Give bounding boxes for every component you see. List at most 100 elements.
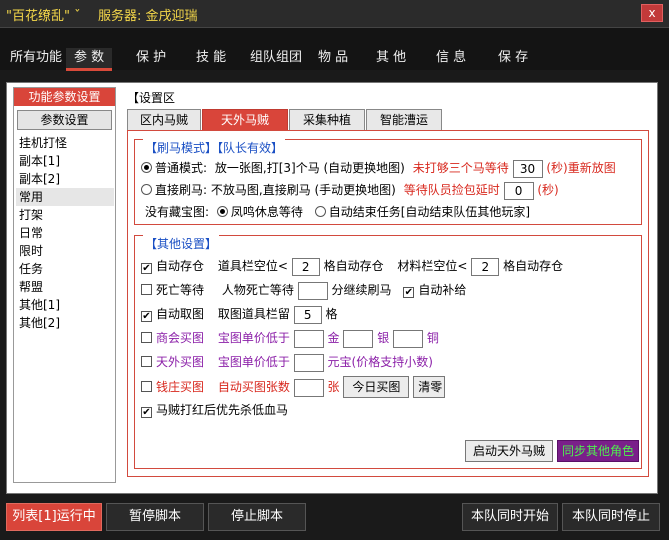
pickup-delay-label: 等待队员捡包延时 [403, 183, 500, 197]
tab-sky-bandits[interactable]: 天外马贼 [202, 109, 288, 131]
menu-all-functions[interactable]: 所有功能 [2, 48, 70, 68]
auto-supply-label: 自动补给 [418, 283, 467, 297]
rest-wait-label: 凤鸣休息等待 [230, 205, 303, 219]
map-slot-suffix: 格 [325, 307, 338, 321]
tab-local-bandits[interactable]: 区内马贼 [127, 109, 201, 131]
mat-free-suffix: 格自动存仓 [503, 259, 564, 273]
param-settings-button[interactable]: 参数设置 [17, 110, 112, 130]
shop-price-label: 宝图单价低于 [217, 331, 290, 345]
copper-input[interactable] [393, 329, 424, 348]
bag-free-input[interactable]: 2 [291, 257, 320, 276]
list-item[interactable]: 副本[1] [16, 152, 114, 170]
menu-save[interactable]: 保 存 [490, 48, 536, 68]
main-panel: 功能参数设置 参数设置 挂机打怪 副本[1] 副本[2] 常用 打架 日常 限时… [6, 82, 658, 494]
red-first-label: 马贼打红后优先杀低血马 [156, 403, 289, 417]
clear-button[interactable]: 清零 [413, 376, 446, 398]
map-slot-label: 取图道具栏留 [217, 307, 290, 321]
auto-store-checkbox[interactable]: ✔ [141, 263, 152, 274]
shop-buy-checkbox[interactable] [141, 332, 152, 343]
auto-end-radio[interactable] [314, 206, 326, 217]
list-item[interactable]: 任务 [16, 260, 114, 278]
menu-bar: 所有功能 参 数 保 护 技 能 组队组团 物 品 其 他 信 息 保 存 [0, 28, 669, 71]
sync-roles-button[interactable]: 同步其他角色 [557, 440, 639, 462]
death-wait-row: 死亡等待 人物死亡等待 分继续刷马 ✔ 自动补给 [141, 280, 466, 300]
list-item[interactable]: 打架 [16, 206, 114, 224]
mode-section: 【刷马模式】【队长有效】 普通模式: 放一张图,打[3]个马 (自动更换地图) … [134, 139, 642, 225]
sky-buy-row: 天外买图 宝图单价低于 元宝(价格支持小数) [141, 352, 433, 372]
list-item[interactable]: 限时 [16, 242, 114, 260]
menu-info[interactable]: 信 息 [428, 48, 474, 68]
bank-count-input[interactable] [293, 378, 324, 397]
left-panel: 功能参数设置 参数设置 挂机打怪 副本[1] 副本[2] 常用 打架 日常 限时… [13, 87, 116, 483]
mat-free-input[interactable]: 2 [471, 257, 500, 276]
copper-label: 铜 [426, 331, 439, 345]
stop-script-button[interactable]: 停止脚本 [208, 503, 306, 531]
auto-store-row: ✔ 自动存仓 道具栏空位< 2 格自动存仓 材料栏空位< 2 格自动存仓 [141, 256, 563, 276]
tab-gathering[interactable]: 采集种植 [289, 109, 365, 131]
no-map-row: 没有藏宝图: 凤鸣休息等待 自动结束任务[自动结束队伍其他玩家] [145, 202, 530, 222]
pickup-delay-input[interactable]: 0 [503, 181, 534, 200]
settings-area-label: 【设置区 [127, 91, 176, 105]
list-item[interactable]: 帮盟 [16, 278, 114, 296]
gold-input[interactable] [293, 329, 324, 348]
bottom-bar: 列表[1]运行中 暂停脚本 停止脚本 本队同时开始 本队同时停止 [0, 496, 669, 540]
menu-protect[interactable]: 保 护 [128, 48, 174, 68]
death-time-suffix: 分继续刷马 [331, 283, 392, 297]
team-start-button[interactable]: 本队同时开始 [462, 503, 558, 531]
start-sky-bandit-button[interactable]: 启动天外马贼 [465, 440, 553, 462]
bank-buy-label: 钱庄买图 [156, 380, 205, 394]
team-stop-button[interactable]: 本队同时停止 [562, 503, 660, 531]
list-item[interactable]: 其他[2] [16, 314, 114, 332]
other-settings-section: 【其他设置】 ✔ 自动存仓 道具栏空位< 2 格自动存仓 材料栏空位< 2 格自动… [134, 235, 642, 469]
normal-wait-input[interactable]: 30 [512, 159, 543, 178]
normal-mode-row: 普通模式: 放一张图,打[3]个马 (自动更换地图) 未打够三个马等待 30 (… [141, 158, 616, 178]
red-first-row: ✔ 马贼打红后优先杀低血马 [141, 400, 288, 420]
death-time-input[interactable] [297, 281, 328, 300]
list-item[interactable]: 挂机打怪 [16, 134, 114, 152]
rest-wait-radio[interactable] [216, 206, 228, 217]
menu-items[interactable]: 物 品 [310, 48, 356, 68]
normal-wait-unit: (秒)重新放图 [546, 161, 616, 175]
tab-transport[interactable]: 智能漕运 [366, 109, 442, 131]
normal-mode-radio[interactable] [141, 162, 152, 173]
mode-section-title: 【刷马模式】【队长有效】 [143, 139, 286, 156]
bank-buy-checkbox[interactable] [141, 381, 152, 392]
death-time-label: 人物死亡等待 [221, 283, 294, 297]
sky-buy-checkbox[interactable] [141, 356, 152, 367]
function-list: 挂机打怪 副本[1] 副本[2] 常用 打架 日常 限时 任务 帮盟 其他[1]… [16, 134, 114, 332]
death-wait-checkbox[interactable] [141, 284, 152, 295]
list-item[interactable]: 其他[1] [16, 296, 114, 314]
tab-pane: 【刷马模式】【队长有效】 普通模式: 放一张图,打[3]个马 (自动更换地图) … [127, 130, 649, 477]
list-item-selected[interactable]: 常用 [16, 188, 114, 206]
map-slot-input[interactable]: 5 [293, 305, 322, 324]
list-item[interactable]: 日常 [16, 224, 114, 242]
today-buy-button[interactable]: 今日买图 [343, 376, 410, 398]
shop-buy-row: 商会买图 宝图单价低于 金 银 铜 [141, 328, 439, 348]
death-wait-label: 死亡等待 [156, 283, 205, 297]
menu-skills[interactable]: 技 能 [188, 48, 234, 68]
auto-map-checkbox[interactable]: ✔ [141, 311, 152, 322]
direct-mode-desc: 不放马图,直接刷马 (手动更换地图) [210, 183, 396, 197]
auto-map-row: ✔ 自动取图 取图道具栏留 5 格 [141, 304, 338, 324]
red-first-checkbox[interactable]: ✔ [141, 407, 152, 418]
silver-input[interactable] [343, 329, 374, 348]
yuanbao-label: 元宝(价格支持小数) [327, 355, 433, 369]
auto-map-label: 自动取图 [156, 307, 205, 321]
settings-area: 【设置区 区内马贼 天外马贼 采集种植 智能漕运 【刷马模式】【队长有效】 普通… [121, 87, 655, 483]
yuanbao-input[interactable] [293, 353, 324, 372]
menu-params[interactable]: 参 数 [66, 48, 113, 71]
bank-count-unit: 张 [327, 380, 340, 394]
direct-mode-radio[interactable] [141, 184, 152, 195]
menu-team[interactable]: 组队组团 [242, 48, 310, 68]
pickup-delay-unit: (秒) [537, 183, 559, 197]
pause-script-button[interactable]: 暂停脚本 [106, 503, 204, 531]
no-map-label: 没有藏宝图: [145, 205, 210, 219]
server-label: 服务器: 金戌迎瑞 [98, 9, 198, 24]
list-item[interactable]: 副本[2] [16, 170, 114, 188]
auto-supply-checkbox[interactable]: ✔ [403, 287, 415, 298]
list-running-button[interactable]: 列表[1]运行中 [6, 503, 102, 531]
close-button[interactable]: x [641, 4, 663, 22]
menu-other[interactable]: 其 他 [368, 48, 414, 68]
normal-mode-desc: 放一张图,打[3]个马 (自动更换地图) [214, 161, 405, 175]
auto-store-label: 自动存仓 [156, 259, 205, 273]
